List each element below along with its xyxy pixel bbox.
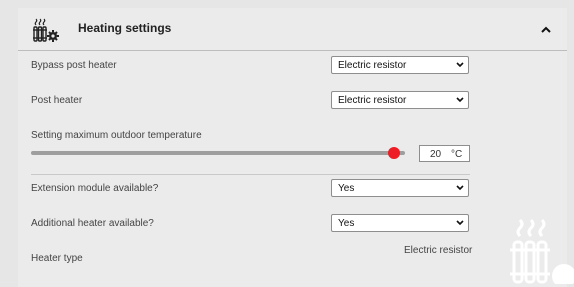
chevron-down-icon xyxy=(456,185,464,191)
max-outdoor-temp-slider-track[interactable] xyxy=(31,151,405,155)
heater-type-label: Heater type xyxy=(31,253,83,264)
post-heater-select[interactable]: Electric resistor xyxy=(331,91,469,109)
heater-type-value: Electric resistor xyxy=(404,245,473,256)
heating-settings-panel: Heating settings Bypass post heater Elec… xyxy=(18,8,567,287)
extension-module-label: Extension module available? xyxy=(31,183,159,194)
radiator-gear-icon xyxy=(33,18,59,42)
post-heater-label: Post heater xyxy=(31,95,83,106)
radiator-watermark-icon xyxy=(510,218,574,284)
additional-heater-label: Additional heater available? xyxy=(31,218,154,229)
max-outdoor-temp-input[interactable]: 20 °C xyxy=(419,145,470,162)
panel-header[interactable]: Heating settings xyxy=(18,8,567,51)
bypass-post-heater-label: Bypass post heater xyxy=(31,60,117,71)
additional-heater-select[interactable]: Yes xyxy=(331,214,469,232)
chevron-up-icon[interactable] xyxy=(540,25,552,35)
chevron-down-icon xyxy=(456,220,464,226)
max-outdoor-temp-value: 20 xyxy=(430,149,442,160)
bypass-post-heater-select[interactable]: Electric resistor xyxy=(331,56,469,74)
max-outdoor-temp-slider-thumb[interactable] xyxy=(387,147,400,159)
extension-module-select[interactable]: Yes xyxy=(331,179,469,197)
extension-module-value: Yes xyxy=(338,183,355,194)
bypass-post-heater-value: Electric resistor xyxy=(338,60,407,71)
panel-title: Heating settings xyxy=(78,21,172,35)
additional-heater-value: Yes xyxy=(338,218,355,229)
chevron-down-icon xyxy=(456,97,464,103)
max-outdoor-temp-unit: °C xyxy=(451,149,463,160)
post-heater-value: Electric resistor xyxy=(338,95,407,106)
max-outdoor-temp-label: Setting maximum outdoor temperature xyxy=(31,130,202,141)
chevron-down-icon xyxy=(456,62,464,68)
divider xyxy=(31,174,470,175)
